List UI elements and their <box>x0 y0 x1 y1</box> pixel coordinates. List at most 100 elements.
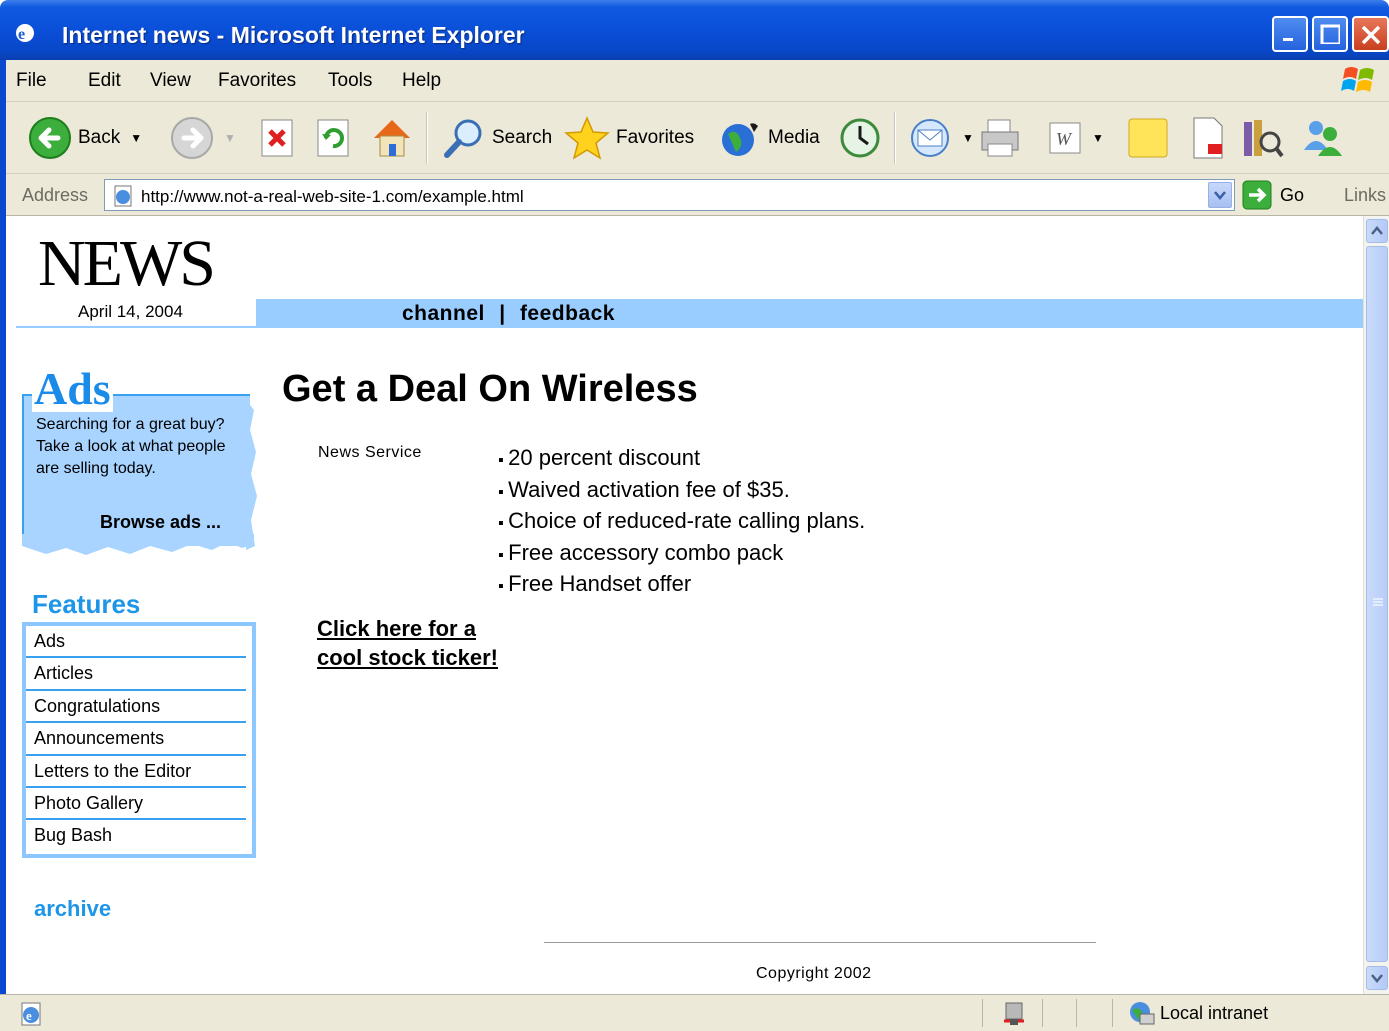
article-bullets: 20 percent discount Waived activation fe… <box>498 444 865 602</box>
chevron-down-icon <box>1214 191 1226 200</box>
stop-icon <box>261 119 293 157</box>
status-pane <box>982 999 983 1027</box>
browse-ads-link[interactable]: Browse ads ... <box>100 512 221 533</box>
back-arrow-icon <box>29 117 71 159</box>
scroll-thumb[interactable] <box>1366 246 1388 962</box>
toolbar: Back ▼ ▼ Search Favorites Media ▼ W ▼ <box>6 102 1389 174</box>
messenger-people-icon <box>1304 121 1342 156</box>
feature-item-bug-bash[interactable]: Bug Bash <box>26 820 246 852</box>
history-button[interactable] <box>838 116 882 160</box>
note-icon <box>1128 118 1168 158</box>
messenger-button[interactable] <box>1300 116 1344 160</box>
chevron-down-icon[interactable]: ▼ <box>1092 131 1104 145</box>
menu-view[interactable]: View <box>150 70 191 92</box>
links-button[interactable]: Links <box>1344 185 1386 206</box>
chevron-down-icon <box>1371 974 1383 983</box>
minimize-icon <box>1283 38 1293 41</box>
nav-separator: | <box>499 302 506 325</box>
grip-icon <box>1373 598 1383 606</box>
ie-page-icon: e <box>21 1002 41 1026</box>
messenger-books-button[interactable] <box>1240 116 1284 160</box>
feature-item-photo-gallery[interactable]: Photo Gallery <box>26 788 246 821</box>
menu-help[interactable]: Help <box>402 70 441 92</box>
scroll-up-button[interactable] <box>1366 219 1388 243</box>
status-pane <box>1042 999 1043 1027</box>
list-item: Choice of reduced-rate calling plans. <box>498 507 865 539</box>
feature-item-letters[interactable]: Letters to the Editor <box>26 756 246 788</box>
title-bar[interactable]: e Internet news - Microsoft Internet Exp… <box>0 0 1389 60</box>
minimize-button[interactable] <box>1272 16 1308 52</box>
mail-button[interactable]: ▼ <box>908 116 974 160</box>
list-item: Free accessory combo pack <box>498 539 865 571</box>
archive-link[interactable]: archive <box>34 896 111 922</box>
date-divider <box>16 326 256 328</box>
menu-file[interactable]: File <box>16 70 47 92</box>
stop-button[interactable] <box>260 116 294 160</box>
maximize-button[interactable] <box>1312 16 1348 52</box>
stock-ticker-link[interactable]: Click here for a cool stock ticker! <box>317 614 527 672</box>
close-button[interactable] <box>1352 16 1389 52</box>
search-button[interactable]: Search <box>442 116 552 160</box>
nav-channel-link[interactable]: channel <box>402 302 485 325</box>
refresh-icon <box>317 119 349 157</box>
favorites-button[interactable]: Favorites <box>564 116 694 160</box>
page-content: NEWS April 14, 2004 channel | feedback A… <box>6 216 1363 994</box>
word-icon: W <box>1049 122 1081 154</box>
menu-favorites[interactable]: Favorites <box>218 70 296 92</box>
list-item: 20 percent discount <box>498 444 865 476</box>
status-pane <box>1112 999 1113 1027</box>
feature-item-announcements[interactable]: Announcements <box>26 723 246 756</box>
feature-item-articles[interactable]: Articles <box>26 658 246 691</box>
mail-icon <box>911 119 949 157</box>
footer-divider <box>544 942 1096 943</box>
list-item: Waived activation fee of $35. <box>498 476 865 508</box>
forward-button[interactable]: ▼ <box>170 116 236 160</box>
address-bar: Address http://www.not-a-real-web-site-1… <box>6 174 1389 216</box>
history-clock-icon <box>840 118 880 158</box>
address-url: http://www.not-a-real-web-site-1.com/exa… <box>141 187 524 206</box>
features-list: Ads Articles Congratulations Announcemen… <box>22 622 256 858</box>
svg-text:e: e <box>18 26 25 43</box>
document-icon <box>1193 117 1223 159</box>
ads-title: Ads <box>32 363 113 414</box>
menu-edit[interactable]: Edit <box>88 70 121 92</box>
home-button[interactable] <box>370 116 414 160</box>
chevron-down-icon[interactable]: ▼ <box>130 131 142 145</box>
torn-edge-right <box>246 400 257 550</box>
nav-bar: channel | feedback <box>256 299 1363 328</box>
vertical-scrollbar[interactable] <box>1363 216 1389 994</box>
status-bar: e Local intranet <box>0 994 1389 1031</box>
forward-arrow-icon <box>171 117 213 159</box>
print-button[interactable] <box>978 116 1022 160</box>
go-button[interactable]: Go <box>1242 180 1304 210</box>
address-input[interactable]: http://www.not-a-real-web-site-1.com/exa… <box>104 179 1235 211</box>
feature-item-ads[interactable]: Ads <box>26 626 246 659</box>
chevron-down-icon[interactable]: ▼ <box>962 131 974 145</box>
news-logo: NEWS <box>38 227 216 300</box>
chevron-down-icon[interactable]: ▼ <box>224 131 236 145</box>
refresh-button[interactable] <box>316 116 350 160</box>
media-button[interactable]: Media <box>718 116 820 160</box>
search-label: Search <box>492 127 553 148</box>
chevron-up-icon <box>1371 226 1383 235</box>
feature-item-congratulations[interactable]: Congratulations <box>26 691 246 724</box>
address-dropdown-button[interactable] <box>1208 182 1232 208</box>
window-title: Internet news - Microsoft Internet Explo… <box>62 22 525 48</box>
toolbar-separator <box>894 112 896 164</box>
back-button[interactable]: Back ▼ <box>28 116 142 160</box>
svg-text:e: e <box>26 1008 32 1023</box>
research-button[interactable] <box>1188 116 1228 160</box>
menu-tools[interactable]: Tools <box>328 70 372 92</box>
favorites-label: Favorites <box>616 127 695 148</box>
edit-button[interactable]: W ▼ <box>1048 116 1104 160</box>
torn-edge <box>22 534 254 555</box>
go-label: Go <box>1280 184 1305 205</box>
maximize-icon <box>1320 24 1340 44</box>
intranet-zone-icon <box>1130 1002 1155 1025</box>
nav-feedback-link[interactable]: feedback <box>520 302 615 325</box>
books-icon <box>1244 120 1284 158</box>
home-icon <box>374 120 410 157</box>
features-title: Features <box>32 589 141 619</box>
scroll-down-button[interactable] <box>1366 966 1388 990</box>
discuss-button[interactable] <box>1126 116 1170 160</box>
